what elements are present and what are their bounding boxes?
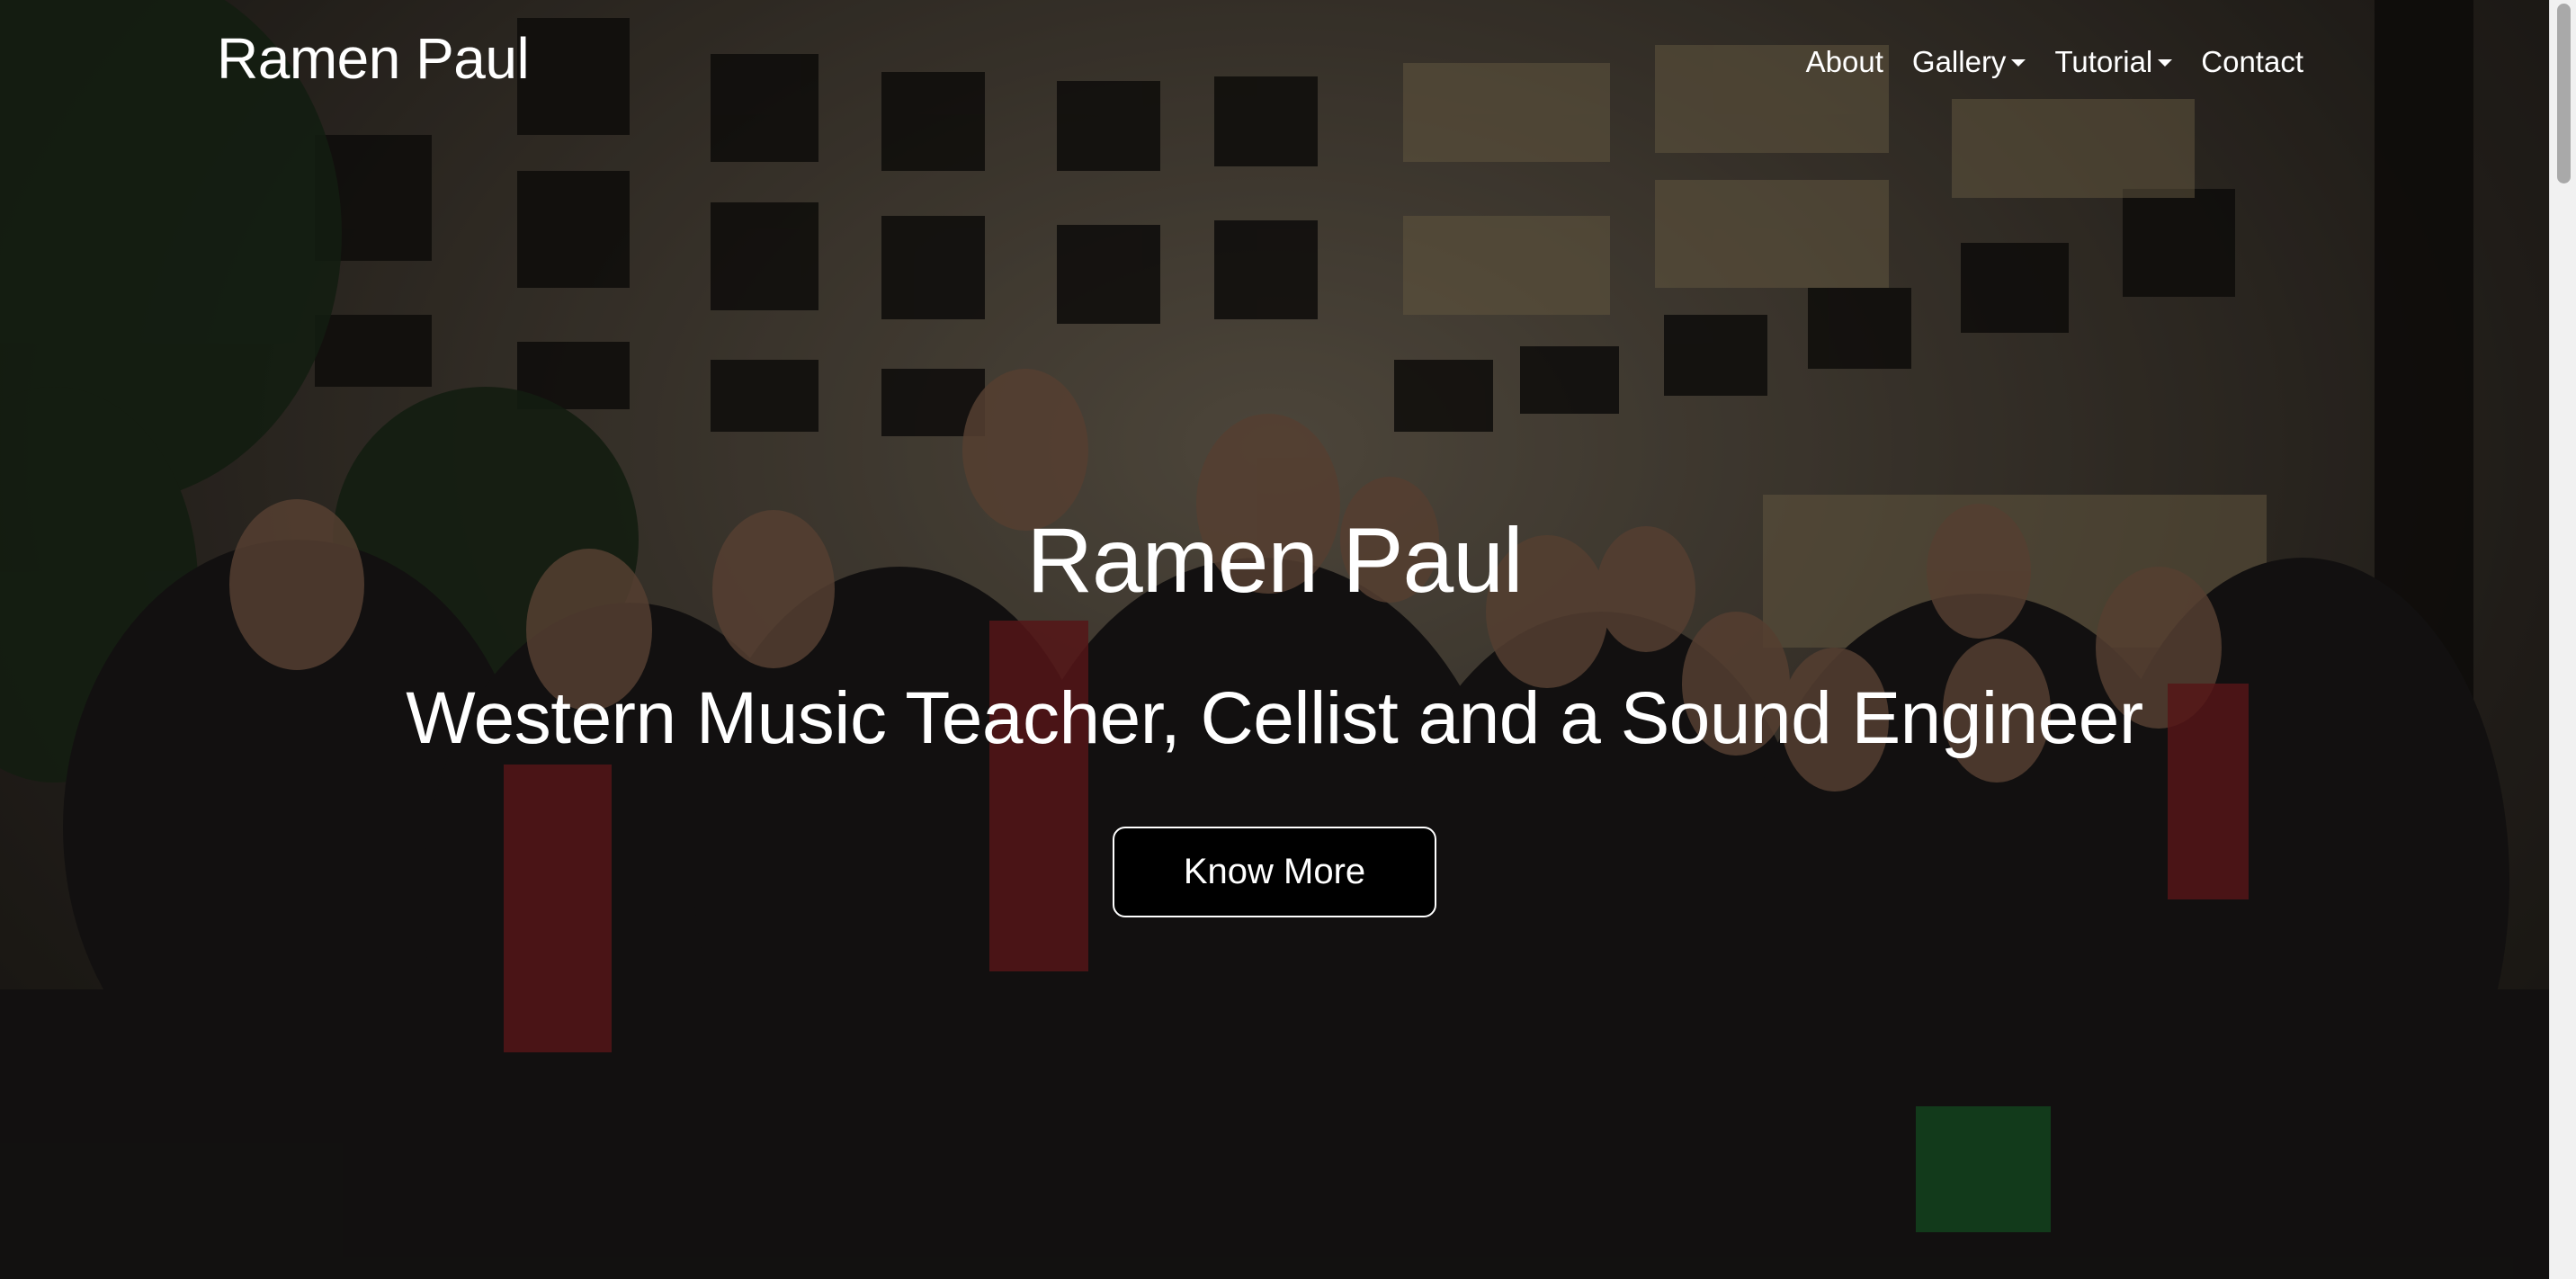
hero-subtitle: Western Music Teacher, Cellist and a Sou… (406, 677, 2143, 759)
nav-item-contact[interactable]: Contact (2187, 45, 2318, 79)
nav-item-label: Contact (2201, 45, 2303, 78)
navbar-brand[interactable]: Ramen Paul (217, 25, 530, 92)
caret-down-icon (2158, 59, 2173, 67)
page-scrollbar[interactable] (2549, 0, 2576, 1279)
nav-item-gallery[interactable]: Gallery (1898, 45, 2041, 79)
hero-title: Ramen Paul (1026, 509, 1523, 612)
scrollbar-thumb[interactable] (2557, 4, 2571, 183)
nav-item-label: Tutorial (2054, 45, 2153, 78)
nav-item-label: Gallery (1911, 45, 2007, 78)
nav-item-about[interactable]: About (1792, 45, 1898, 79)
page: Ramen Paul About Gallery Tutorial Contac… (0, 0, 2576, 1279)
nav-item-label: About (1805, 45, 1883, 78)
caret-down-icon (2011, 59, 2026, 67)
main-nav: About Gallery Tutorial Contact (1792, 45, 2318, 79)
know-more-button[interactable]: Know More (1113, 827, 1436, 917)
hero-overlay (0, 0, 2549, 1279)
nav-item-tutorial[interactable]: Tutorial (2040, 45, 2187, 79)
